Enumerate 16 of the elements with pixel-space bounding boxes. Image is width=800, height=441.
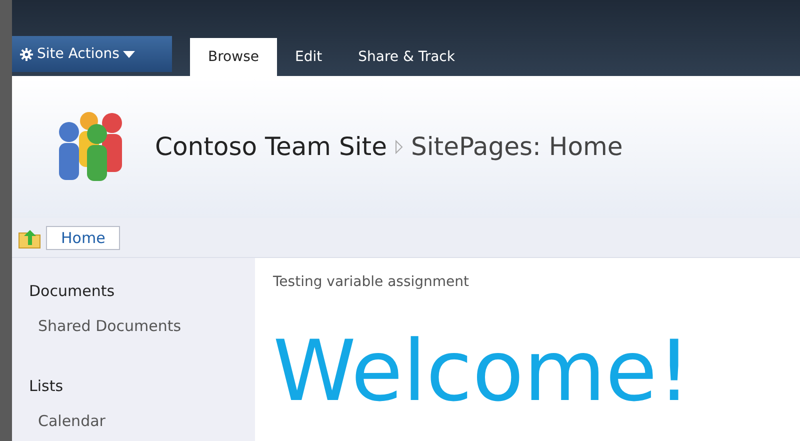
separator-arrow-icon [394, 140, 403, 154]
nav-heading[interactable]: Documents [29, 280, 255, 302]
nav-heading[interactable]: Lists [29, 375, 255, 398]
site-title[interactable]: Contoso Team Site [155, 128, 387, 166]
gear-icon [20, 48, 33, 60]
ribbon-tab[interactable]: Edit [276, 38, 340, 76]
caret-icon [123, 50, 136, 58]
site-actions-menu[interactable]: Site Actions [12, 36, 172, 72]
welcome-heading: Welcome! [273, 329, 692, 413]
nav-item[interactable]: Shared Documents [38, 314, 182, 337]
nav-item[interactable]: Calendar [38, 410, 106, 432]
intro-text: Testing variable assignment [273, 273, 470, 292]
ribbon-tab[interactable]: Share & Track [340, 38, 473, 76]
home-breadcrumb[interactable]: Home [46, 226, 120, 250]
ribbon-tab[interactable]: Browse [190, 38, 277, 76]
page-title: SitePages: Home [410, 131, 623, 164]
